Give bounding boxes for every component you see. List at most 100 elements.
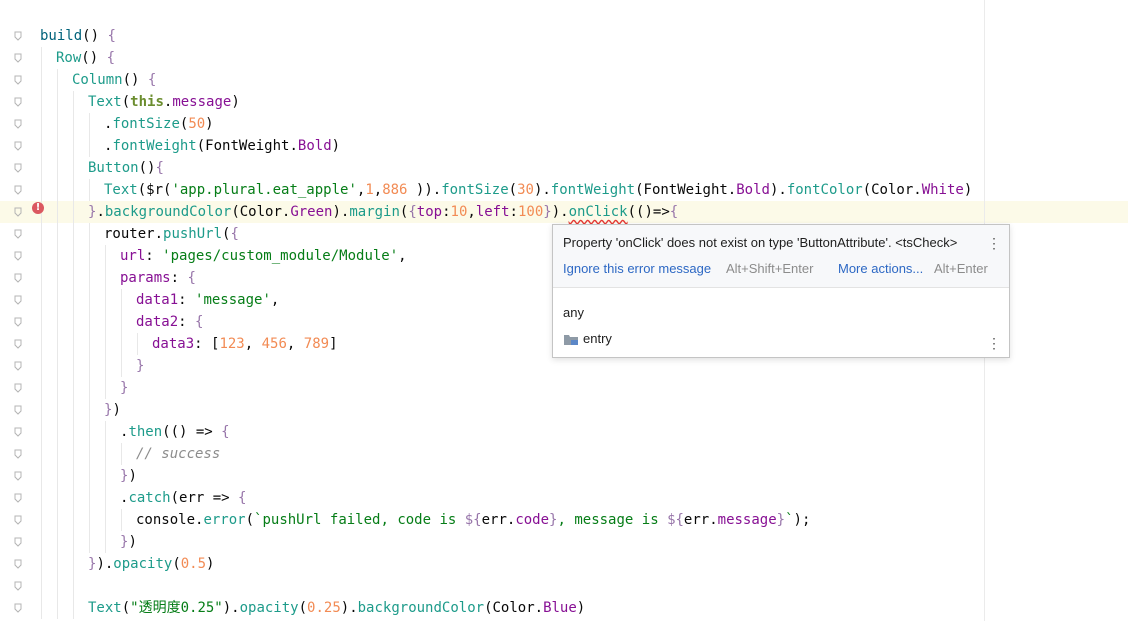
- code-line[interactable]: Text(this.message): [0, 91, 984, 113]
- code-line[interactable]: Text("透明度0.25").opacity(0.25).background…: [0, 597, 984, 619]
- fold-marker-icon[interactable]: [13, 141, 23, 151]
- fold-marker-icon[interactable]: [13, 53, 23, 63]
- fold-marker-icon[interactable]: [13, 273, 23, 283]
- indent-guide: [105, 333, 106, 355]
- fold-marker-icon[interactable]: [13, 361, 23, 371]
- code-token: ,: [244, 336, 262, 352]
- fold-marker-icon[interactable]: [13, 229, 23, 239]
- fold-marker-icon[interactable]: [13, 405, 23, 415]
- indent-guide: [57, 179, 58, 201]
- indent-guide: [89, 135, 90, 157]
- code-line[interactable]: }: [0, 355, 984, 377]
- code-line[interactable]: }): [0, 465, 984, 487]
- code-line[interactable]: console.error(`pushUrl failed, code is $…: [0, 509, 984, 531]
- indent-guide: [73, 421, 74, 443]
- more-vertical-icon[interactable]: ⋮: [987, 335, 1001, 352]
- more-actions-link[interactable]: More actions...: [838, 261, 923, 276]
- code-token: }: [776, 512, 786, 528]
- code-line[interactable]: Row() {: [0, 47, 984, 69]
- indent-guide: [41, 597, 42, 619]
- fold-marker-icon[interactable]: [13, 515, 23, 525]
- code-text: build() {: [40, 25, 116, 47]
- indent-guide: [105, 311, 106, 333]
- fold-marker-icon[interactable]: [13, 97, 23, 107]
- indent-guide: [41, 553, 42, 575]
- code-line[interactable]: Button(){: [0, 157, 984, 179]
- indent-guide: [73, 91, 74, 113]
- indent-guide: [73, 113, 74, 135]
- code-line[interactable]: .fontWeight(FontWeight.Bold): [0, 135, 984, 157]
- code-line[interactable]: }): [0, 531, 984, 553]
- code-line[interactable]: Text($r('app.plural.eat_apple',1,886 )).…: [0, 179, 984, 201]
- fold-marker-icon[interactable]: [13, 537, 23, 547]
- code-line[interactable]: }): [0, 399, 984, 421]
- indent-guide: [105, 531, 106, 553]
- code-line[interactable]: }).opacity(0.5): [0, 553, 984, 575]
- fold-marker-icon[interactable]: [13, 427, 23, 437]
- code-token: (Color.: [484, 600, 544, 616]
- fold-marker-icon[interactable]: [13, 339, 23, 349]
- code-line[interactable]: .then(() => {: [0, 421, 984, 443]
- indent-guide: [89, 333, 90, 355]
- indent-guide: [89, 443, 90, 465]
- fold-marker-icon[interactable]: [13, 207, 23, 217]
- fold-marker-icon[interactable]: [13, 581, 23, 591]
- indent-guide: [57, 223, 58, 245]
- code-line[interactable]: }.backgroundColor(Color.Green).margin({t…: [0, 201, 1128, 223]
- fold-marker-icon[interactable]: [13, 493, 23, 503]
- indent-guide: [89, 289, 90, 311]
- fold-marker-icon[interactable]: [13, 603, 23, 613]
- code-token: ): [128, 534, 137, 550]
- indent-guide: [41, 245, 42, 267]
- indent-guide: [89, 465, 90, 487]
- code-line[interactable]: build() {: [0, 25, 984, 47]
- code-line[interactable]: .catch(err => {: [0, 487, 984, 509]
- indent-guide: [73, 531, 74, 553]
- fold-marker-icon[interactable]: [13, 75, 23, 85]
- fold-marker-icon[interactable]: [13, 383, 23, 393]
- indent-guide: [89, 267, 90, 289]
- more-actions-shortcut: Alt+Enter: [934, 261, 988, 276]
- indent-guide: [89, 531, 90, 553]
- code-token: ).: [533, 182, 551, 198]
- fold-marker-icon[interactable]: [13, 471, 23, 481]
- fold-marker-icon[interactable]: [13, 295, 23, 305]
- fold-marker-icon[interactable]: [13, 119, 23, 129]
- code-token: ): [206, 556, 215, 572]
- more-vertical-icon[interactable]: ⋮: [987, 235, 1001, 252]
- code-token: ): [576, 600, 586, 616]
- code-line[interactable]: // success: [0, 443, 984, 465]
- code-line[interactable]: [0, 575, 984, 597]
- indent-guide: [41, 47, 42, 69]
- code-token: {: [195, 314, 204, 330]
- fold-marker-icon[interactable]: [13, 163, 23, 173]
- code-line[interactable]: }: [0, 377, 984, 399]
- indent-guide: [73, 179, 74, 201]
- fold-marker-icon[interactable]: [13, 317, 23, 327]
- code-text: .fontSize(50): [104, 113, 214, 135]
- indent-guide: [41, 311, 42, 333]
- indent-guide: [41, 91, 42, 113]
- code-text: params: {: [120, 267, 196, 289]
- fold-marker-icon[interactable]: [13, 185, 23, 195]
- indent-guide: [41, 487, 42, 509]
- fold-marker-icon[interactable]: [13, 559, 23, 569]
- error-icon[interactable]: !: [32, 202, 44, 214]
- code-token: ,: [398, 248, 407, 264]
- fold-marker-icon[interactable]: [13, 31, 23, 41]
- indent-guide: [57, 311, 58, 333]
- indent-guide: [41, 179, 42, 201]
- code-token: ($r(: [137, 182, 172, 198]
- fold-marker-icon[interactable]: [13, 449, 23, 459]
- indent-guide: [73, 487, 74, 509]
- code-token: this: [130, 94, 164, 110]
- code-line[interactable]: .fontSize(50): [0, 113, 984, 135]
- indent-guide: [89, 311, 90, 333]
- code-token: 123: [219, 336, 245, 352]
- indent-guide: [41, 157, 42, 179]
- fold-marker-icon[interactable]: [13, 251, 23, 261]
- code-line[interactable]: Column() {: [0, 69, 984, 91]
- code-token: =>: [212, 490, 239, 506]
- ignore-error-link[interactable]: Ignore this error message: [563, 261, 711, 276]
- code-token: ): [128, 468, 137, 484]
